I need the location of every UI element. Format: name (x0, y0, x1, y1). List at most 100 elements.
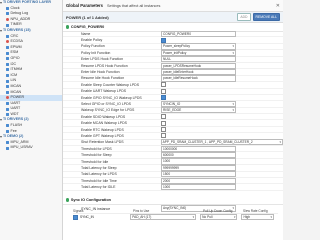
field-label: Resume LPDS Hook Function (81, 63, 128, 68)
module-icon (6, 23, 9, 27)
module-icon (6, 141, 9, 145)
field-label: Enable SDIO Wakeup LPDS (81, 114, 126, 119)
module-tree-sidebar: TI DRIVER PORTING LAYER Clock Debug Log NPU… (0, 0, 63, 240)
field-select[interactable]: APP_PD_SRAM_CLUSTER_1 , APP_PD_SRAM_CLUS… (160, 139, 283, 146)
check-circle-icon (66, 198, 70, 202)
chevron-down-icon[interactable] (0, 1, 2, 4)
field-input[interactable]: 10000000 (161, 145, 236, 152)
module-icon (6, 124, 9, 128)
signal-cell: SYNC_IN (73, 214, 130, 220)
field-input[interactable]: 2000 (161, 177, 236, 184)
column-header: Signals (73, 208, 84, 213)
field-label: Wakeup SYNC_IO Edge for LPDS (81, 108, 135, 113)
field-input[interactable]: CONFIG_POWER0 (161, 30, 236, 37)
field-checkbox[interactable] (161, 114, 166, 120)
error-icon (6, 18, 9, 22)
field-input[interactable]: power_LPDSResumeHook (161, 62, 236, 69)
module-icon (6, 12, 9, 16)
field-input[interactable]: power_idleEnterHook (161, 68, 236, 76)
field-checkbox[interactable] (161, 127, 166, 133)
chevron-down-icon[interactable] (0, 136, 2, 139)
field-label: Enable RTC Wakeup LPDS (81, 127, 124, 132)
field-label: Enable MCAN Wakeup LPDS (81, 121, 127, 126)
table-row: SYNC_IN PAD_AH (17)No PullHigh (73, 213, 278, 221)
chevron-down-icon[interactable] (0, 29, 2, 32)
field-label: Total Latency for IDLE (81, 185, 116, 190)
sync-io-header[interactable]: Sync IO Configuration (63, 196, 283, 205)
field-label: Threshold for Idle Time (81, 178, 117, 183)
sidebar-item-label: MPU_USRAV (10, 145, 33, 150)
field-checkbox[interactable] (161, 95, 166, 101)
field-label: Policy Init Function (81, 50, 111, 55)
field-input[interactable]: 1000 (161, 183, 236, 191)
signal-name: SYNC_IN (80, 215, 94, 219)
global-parameters-header[interactable]: Global Parameters Settings that affect a… (63, 0, 283, 12)
field-label: Threshold for LPDS (81, 146, 112, 151)
field-input[interactable]: NULL (161, 56, 236, 63)
column-header: Slew Rate Config (243, 208, 268, 213)
field-checkbox[interactable] (161, 120, 166, 126)
field-label: Select GPIO or SYNC_IO LPDS (81, 101, 131, 106)
instance-section-label: CONFIG_POWER0 (70, 25, 105, 29)
field-select[interactable]: SYNCIN_IO (161, 100, 236, 108)
module-icon (6, 101, 9, 105)
field-label: Enter Idle Hook Function (81, 70, 120, 75)
field-label: Enable UART Wakeup LPDS (81, 89, 127, 94)
pin-select[interactable]: PAD_AH (17) (130, 213, 197, 221)
field-label: Total Latency for Sleep (81, 165, 117, 170)
main-panel: Global Parameters Settings that affect a… (63, 0, 283, 240)
module-icon (6, 74, 9, 78)
instance-count: POWER (1 of 1 Added) (66, 14, 109, 20)
chevron-down-icon[interactable] (0, 119, 2, 122)
field-label: Resume Idle Hook Function (81, 76, 125, 81)
sidebar-item[interactable]: MPU_USRAV (0, 145, 62, 151)
error-icon (6, 96, 9, 100)
sync-io-title: Sync IO Configuration (70, 198, 111, 202)
slew-select[interactable]: High (241, 213, 274, 221)
field-label: Shut Retention Mask LPDS (81, 140, 124, 145)
module-icon (6, 85, 9, 89)
field-label: Policy Function (81, 44, 105, 49)
remove-all-button[interactable]: REMOVE ALL (252, 13, 280, 21)
module-icon (6, 34, 9, 38)
field-checkbox[interactable] (161, 133, 166, 139)
module-icon (6, 146, 9, 150)
check-circle-icon (66, 25, 70, 29)
field-input[interactable]: 999999999 (161, 164, 236, 171)
sync-pin-table-header: Signals Pins to Use Pull Up Down Config Sle… (73, 208, 278, 213)
column-header: Pull Up Down Config (203, 208, 233, 213)
add-button[interactable]: ADD (237, 13, 251, 21)
close-icon[interactable]: ✕ (276, 3, 280, 9)
module-icon (6, 68, 9, 72)
module-icon (6, 107, 9, 111)
field-checkbox[interactable] (161, 82, 166, 88)
field-checkbox[interactable] (161, 37, 166, 43)
global-parameters-title: Global Parameters (66, 3, 104, 8)
field-label: Enable GPIO SYNC_IO Wakeup LPDS (81, 95, 142, 100)
field-label: Enable GPT Wakeup LPDS (81, 133, 124, 138)
field-select[interactable]: RISE_EDGE (161, 107, 236, 114)
field-input[interactable]: 600000 (161, 152, 236, 159)
power-fields: Name CONFIG_POWER0 Enable Policy Policy Fun… (63, 30, 283, 191)
field-label: Threshold for Idle (81, 159, 109, 164)
module-icon (6, 57, 9, 61)
instance-bar: POWER (1 of 1 Added) ADD REMOVE ALL (63, 12, 283, 23)
module-icon (6, 62, 9, 66)
pull-select[interactable]: No Pull (200, 213, 238, 221)
field-label: Name (81, 31, 91, 36)
sync-pin-table: Signals Pins to Use Pull Up Down Config Sle… (73, 208, 278, 221)
field-select[interactable]: Power_sleepPolicy (161, 43, 236, 50)
field-input[interactable]: power_idleResumeHook (161, 75, 236, 82)
module-icon (6, 90, 9, 94)
error-icon (6, 40, 9, 44)
module-icon (6, 46, 9, 50)
field-select[interactable]: Power_initPolicy (161, 49, 236, 56)
field-row: Total Latency for IDLE 1000 (63, 183, 283, 191)
field-input[interactable]: 1000 (161, 158, 236, 165)
field-label: Threshold for Sleep (81, 153, 112, 158)
field-input[interactable]: 1500 (161, 171, 236, 178)
field-checkbox[interactable] (161, 88, 166, 94)
module-icon (6, 79, 9, 83)
signal-checkbox[interactable] (73, 214, 78, 220)
field-label: Total Latency for LPDS (81, 172, 117, 177)
